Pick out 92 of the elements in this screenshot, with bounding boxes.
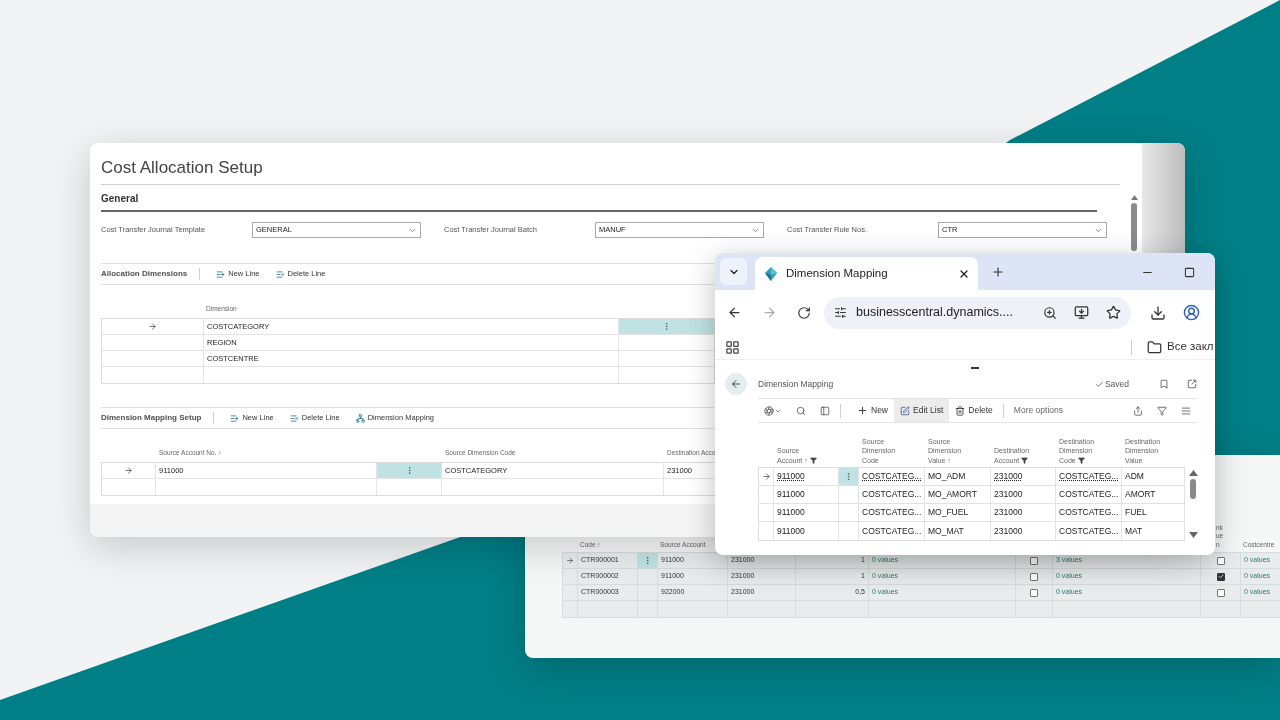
page-title: Dimension Mapping [758, 377, 835, 391]
delete-line-icon [289, 413, 299, 423]
toolbar-button[interactable]: New [851, 399, 894, 422]
scrollbar-thumb[interactable] [1131, 203, 1137, 251]
app-logo-icon [763, 265, 779, 282]
save-status: Saved [1094, 377, 1129, 391]
group-title: General [101, 192, 139, 206]
row-pointer-icon [761, 472, 771, 481]
table-cell: 911000 [777, 488, 805, 501]
back-icon[interactable] [727, 305, 742, 320]
row-pointer-icon [148, 322, 157, 331]
row-menu-cell[interactable] [839, 468, 858, 485]
table-cell: COSTCATEG... [1059, 506, 1119, 519]
table-cell: MO_ADM [928, 470, 966, 483]
folder-icon [1147, 339, 1162, 355]
new-tab-icon[interactable] [991, 265, 1005, 279]
profile-icon[interactable] [1183, 304, 1200, 321]
address-bar[interactable]: businesscentral.dynamics.... [824, 296, 1131, 329]
more-icon [844, 472, 853, 481]
bookmark-folder[interactable]: Все закл [1147, 338, 1214, 356]
row-pointer-icon [124, 466, 133, 475]
row-pointer-icon [566, 556, 574, 565]
checkbox[interactable] [1030, 572, 1038, 581]
delete-line-icon [275, 269, 285, 279]
scroll-up-icon[interactable] [1130, 195, 1138, 200]
panel-icon[interactable] [820, 405, 830, 416]
download-icon[interactable] [1150, 304, 1166, 321]
search-icon[interactable] [796, 405, 806, 416]
table-cell: COSTCATEG... [1059, 488, 1119, 501]
table-cell: COSTCATEG... [862, 524, 922, 538]
toolbar-button[interactable]: More options [1007, 399, 1069, 422]
table-cell: MO_AMORT [928, 488, 977, 501]
share-icon[interactable] [1133, 405, 1143, 416]
table-cell: COSTCATEG... [862, 488, 922, 501]
table-cell: MO_MAT [928, 524, 964, 538]
bookmark-icon[interactable] [1159, 379, 1169, 389]
checkbox[interactable] [1216, 556, 1225, 565]
cell-link[interactable]: COSTCATEG... [1059, 470, 1119, 483]
checkbox[interactable] [1030, 556, 1038, 565]
edit-list-icon [900, 405, 910, 416]
row-menu-cell[interactable] [377, 463, 441, 478]
star-icon[interactable] [1106, 305, 1121, 320]
tab-title: Dimension Mapping [786, 265, 889, 281]
checkbox[interactable] [1030, 588, 1038, 597]
cell-link[interactable]: 231000 [994, 470, 1023, 483]
apps-icon[interactable] [725, 339, 740, 355]
url-text: businesscentral.dynamics.... [856, 304, 1014, 322]
filter-icon[interactable] [1157, 405, 1167, 416]
more-icon [662, 322, 671, 331]
browser-tab[interactable]: Dimension Mapping [755, 257, 978, 290]
scroll-up-icon[interactable] [1188, 470, 1198, 476]
mapping-icon [355, 413, 365, 423]
table-cell: COSTCATEG... [1059, 524, 1119, 538]
checkbox[interactable] [1216, 572, 1225, 581]
add-line-icon [216, 269, 226, 279]
table-cell: AMORT [1125, 488, 1156, 501]
table-cell: 231000 [994, 488, 1023, 501]
view-switch-icon[interactable] [764, 405, 782, 416]
table-cell: 911000 [777, 524, 805, 538]
plus-icon [857, 405, 868, 416]
check-icon [1094, 379, 1104, 389]
toolbar-button[interactable]: Delete [949, 399, 999, 422]
add-line-icon [230, 413, 240, 423]
table-cell: MO_FUEL [928, 506, 969, 519]
back-icon [730, 378, 742, 390]
table-cell: MAT [1125, 524, 1143, 538]
table-cell: 231000 [994, 506, 1023, 519]
open-new-window-icon[interactable] [1187, 379, 1197, 389]
row-menu-cell[interactable] [619, 319, 714, 334]
toolbar-button[interactable]: Edit List [894, 399, 950, 422]
section-title: Allocation Dimensions [101, 268, 188, 280]
trash-icon [955, 405, 966, 416]
scrollbar-thumb[interactable] [1190, 479, 1196, 499]
site-settings-icon [834, 306, 847, 319]
table-cell: 231000 [994, 524, 1023, 538]
row-menu-cell[interactable] [638, 553, 657, 568]
maximize-icon[interactable] [1184, 267, 1195, 278]
cell-link[interactable]: 911000 [777, 470, 805, 483]
table-cell: 911000 [777, 506, 805, 519]
table-cell: COSTCATEG... [862, 506, 922, 519]
reload-icon[interactable] [797, 305, 811, 320]
zoom-icon[interactable] [1043, 305, 1057, 320]
table-cell: ADM [1125, 470, 1144, 483]
scroll-down-icon[interactable] [1188, 532, 1198, 538]
checkbox[interactable] [1216, 588, 1225, 597]
section-title: Dimension Mapping Setup [101, 412, 202, 424]
table-cell: FUEL [1125, 506, 1147, 519]
more-icon [643, 556, 652, 565]
install-app-icon[interactable] [1074, 305, 1089, 320]
back-button[interactable] [725, 373, 747, 395]
cell-link[interactable]: COSTCATEG... [862, 470, 922, 483]
page-title: Cost Allocation Setup [101, 159, 263, 176]
